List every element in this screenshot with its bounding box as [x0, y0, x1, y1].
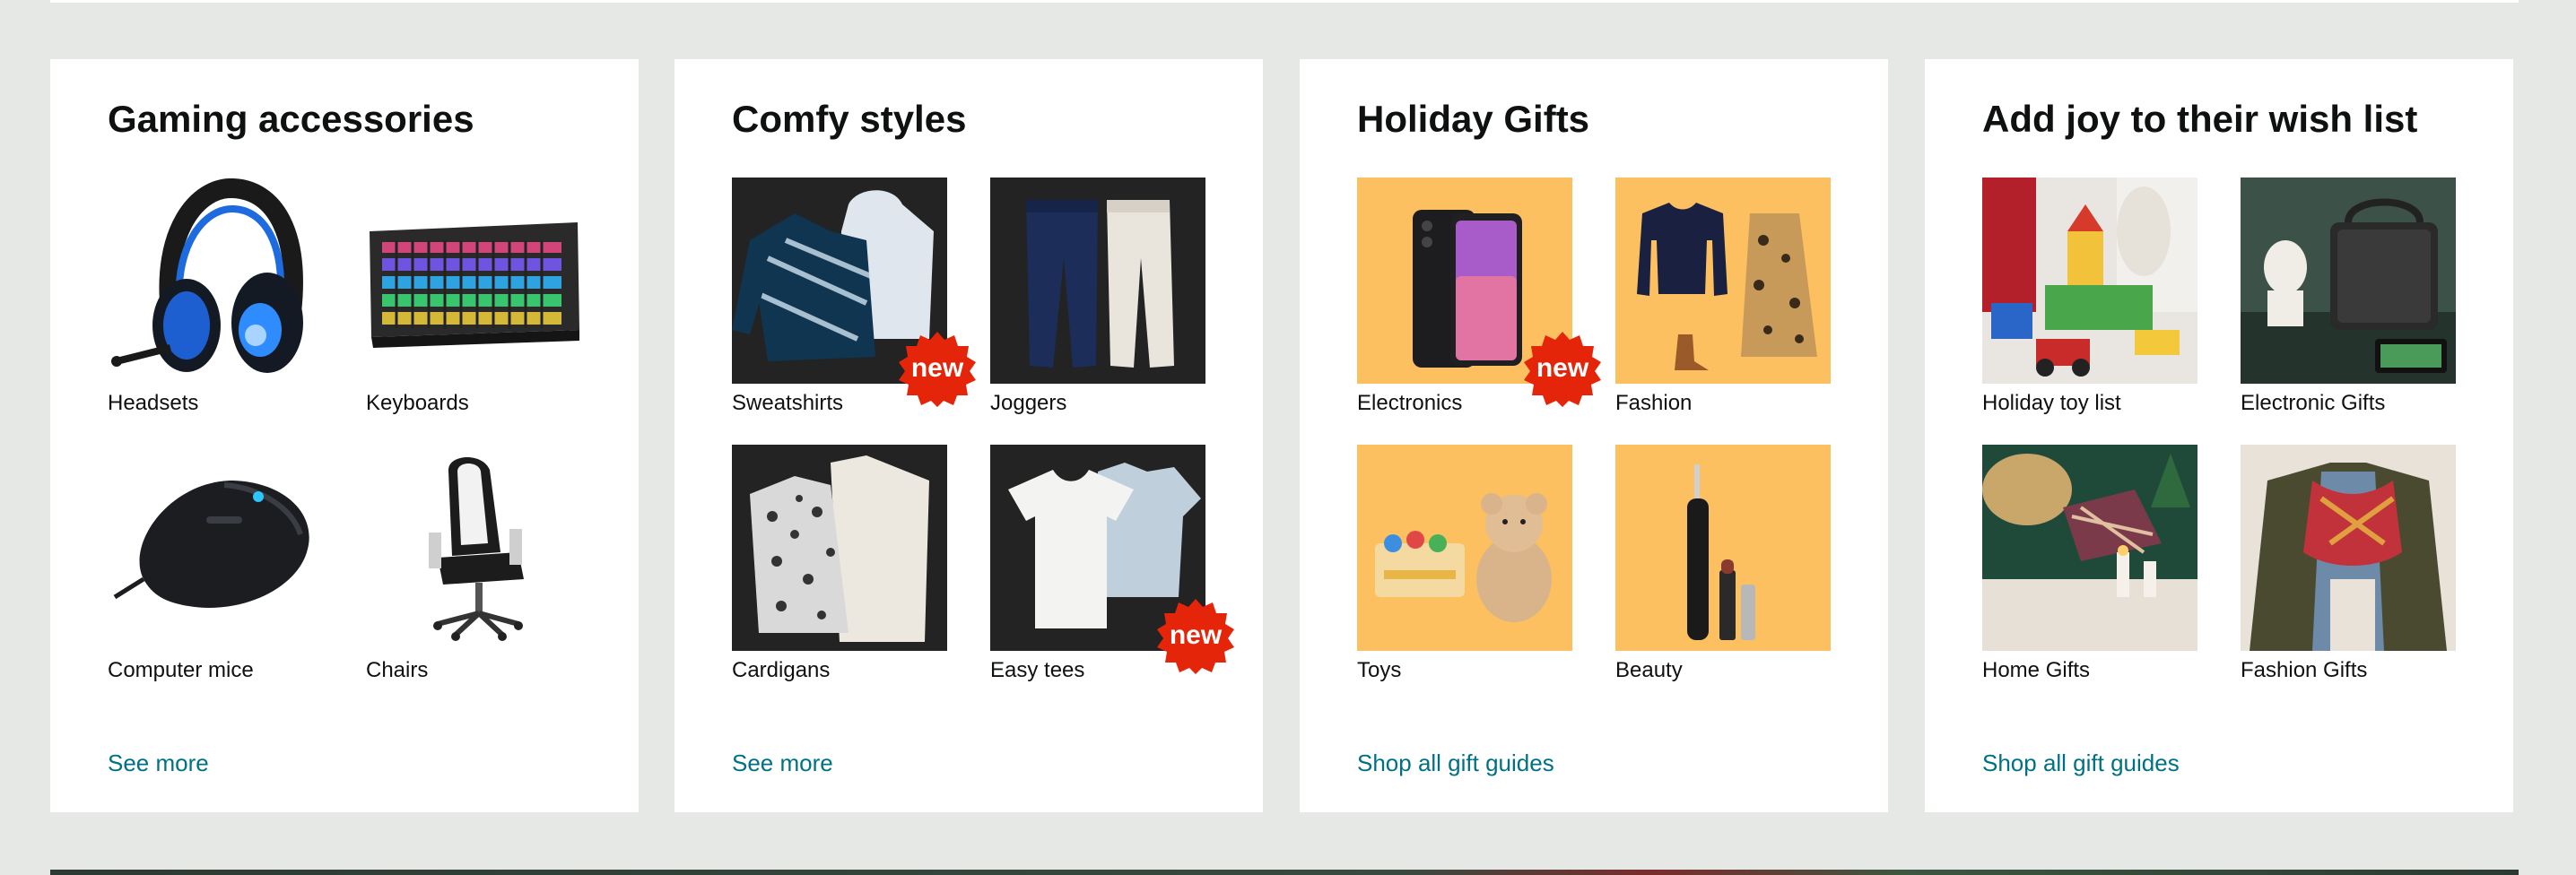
tile-fashion-gifts[interactable]: Fashion Gifts	[2241, 445, 2456, 684]
card-title: Add joy to their wish list	[1982, 98, 2418, 140]
chair-image[interactable]	[366, 445, 581, 651]
fashion-image[interactable]	[1615, 178, 1831, 384]
card-wish-list: Add joy to their wish list Holiday toy l…	[1925, 59, 2513, 812]
new-badge: new	[1524, 330, 1601, 407]
tile-sweatshirts[interactable]: new Sweatshirts	[732, 178, 976, 417]
keyboard-image[interactable]	[366, 178, 581, 384]
joggers-image[interactable]	[990, 178, 1205, 384]
top-divider	[50, 0, 2519, 3]
card-holiday-gifts: Holiday Gifts new Electronics Fashion To…	[1300, 59, 1888, 812]
card-title: Holiday Gifts	[1357, 98, 1590, 140]
shop-all-gift-guides-link[interactable]: Shop all gift guides	[1357, 749, 1554, 777]
home-gifts-image[interactable]	[1982, 445, 2197, 651]
tile-easy-tees[interactable]: new Easy tees	[990, 445, 1234, 684]
badge-text: new	[910, 353, 964, 383]
tile-toys[interactable]: Toys	[1357, 445, 1572, 684]
see-more-link[interactable]: See more	[108, 749, 209, 777]
tile-label[interactable]: Toys	[1357, 658, 1572, 684]
tile-label[interactable]: Beauty	[1615, 658, 1831, 684]
card-comfy-styles: Comfy styles new Sweatshirts Joggers Car…	[674, 59, 1263, 812]
tile-cardigans[interactable]: Cardigans	[732, 445, 947, 684]
tile-electronic-gifts[interactable]: Electronic Gifts	[2241, 178, 2456, 417]
shop-all-gift-guides-link[interactable]: Shop all gift guides	[1982, 749, 2180, 777]
tile-label[interactable]: Computer mice	[108, 658, 323, 684]
tile-chairs[interactable]: Chairs	[366, 445, 581, 684]
cardigans-image[interactable]	[732, 445, 947, 651]
bottom-banner[interactable]	[50, 870, 2519, 875]
tile-beauty[interactable]: Beauty	[1615, 445, 1831, 684]
new-badge: new	[1157, 597, 1234, 674]
fashion-gifts-image[interactable]	[2241, 445, 2456, 651]
electronic-gifts-image[interactable]	[2241, 178, 2456, 384]
badge-text: new	[1536, 353, 1589, 383]
see-more-link[interactable]: See more	[732, 749, 833, 777]
new-badge: new	[899, 330, 976, 407]
tile-joggers[interactable]: Joggers	[990, 178, 1205, 417]
toys-image[interactable]	[1357, 445, 1572, 651]
tile-keyboards[interactable]: Keyboards	[366, 178, 581, 417]
tile-label[interactable]: Holiday toy list	[1982, 391, 2197, 417]
tile-label[interactable]: Electronic Gifts	[2241, 391, 2456, 417]
electronics-image[interactable]: new	[1357, 178, 1601, 407]
tile-label[interactable]: Cardigans	[732, 658, 947, 684]
sweatshirts-image[interactable]: new	[732, 178, 976, 407]
tile-computer-mice[interactable]: Computer mice	[108, 445, 323, 684]
card-gaming-accessories: Gaming accessories Headsets Keyboards Co…	[50, 59, 639, 812]
tile-label[interactable]: Chairs	[366, 658, 581, 684]
tile-fashion[interactable]: Fashion	[1615, 178, 1831, 417]
headset-image[interactable]	[108, 178, 323, 384]
beauty-image[interactable]	[1615, 445, 1831, 651]
mouse-image[interactable]	[108, 445, 323, 651]
holiday-toy-list-image[interactable]	[1982, 178, 2197, 384]
card-title: Comfy styles	[732, 98, 967, 140]
tile-headsets[interactable]: Headsets	[108, 178, 323, 417]
tile-label[interactable]: Joggers	[990, 391, 1205, 417]
tile-label[interactable]: Fashion	[1615, 391, 1831, 417]
tile-label[interactable]: Home Gifts	[1982, 658, 2197, 684]
tile-label[interactable]: Headsets	[108, 391, 323, 417]
tile-label[interactable]: Fashion Gifts	[2241, 658, 2456, 684]
card-title: Gaming accessories	[108, 98, 474, 140]
easy-tees-image[interactable]: new	[990, 445, 1234, 674]
tile-holiday-toy-list[interactable]: Holiday toy list	[1982, 178, 2197, 417]
tile-label[interactable]: Keyboards	[366, 391, 581, 417]
badge-text: new	[1169, 620, 1223, 650]
tile-electronics[interactable]: new Electronics	[1357, 178, 1601, 417]
tile-home-gifts[interactable]: Home Gifts	[1982, 445, 2197, 684]
